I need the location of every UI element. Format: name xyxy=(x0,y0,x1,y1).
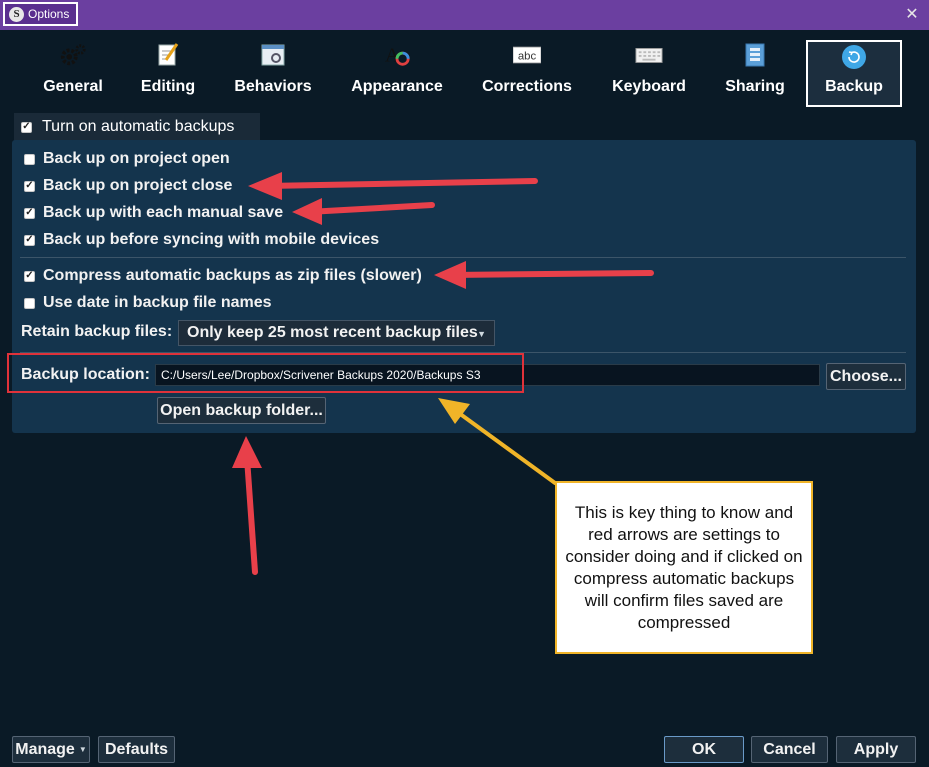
abc-icon: abc xyxy=(513,42,541,68)
annotation-callout: This is key thing to know and red arrows… xyxy=(555,481,813,654)
keyboard-icon xyxy=(635,42,663,68)
backup-on-close-checkbox[interactable]: ✓ Back up on project close xyxy=(24,175,232,197)
turn-on-backups-checkbox[interactable]: ✓ Turn on automatic backups xyxy=(14,113,260,141)
divider xyxy=(20,257,906,258)
backup-settings-panel: Back up on project open ✓ Back up on pro… xyxy=(7,140,916,433)
backup-location-input[interactable] xyxy=(161,368,819,382)
appearance-icon: A xyxy=(383,42,411,68)
apply-button[interactable]: Apply xyxy=(836,736,916,763)
compress-backups-label: Compress automatic backups as zip files … xyxy=(43,267,422,284)
tab-appearance-label: Appearance xyxy=(351,78,443,95)
turn-on-backups-label: Turn on automatic backups xyxy=(42,118,235,135)
open-backup-folder-button[interactable]: Open backup folder... xyxy=(157,397,326,424)
close-icon[interactable]: ✕ xyxy=(903,5,921,23)
ok-button[interactable]: OK xyxy=(664,736,744,763)
tab-editing-label: Editing xyxy=(140,78,196,95)
scrivener-logo-icon: S xyxy=(9,6,24,22)
compress-backups-checkbox[interactable]: ✓ Compress automatic backups as zip file… xyxy=(24,265,422,287)
tab-corrections-label: Corrections xyxy=(482,78,572,95)
checkbox-checked-icon: ✓ xyxy=(24,234,35,246)
backup-location-field[interactable] xyxy=(155,364,820,386)
svg-text:abc: abc xyxy=(518,50,537,62)
title-bar: S Options ✕ xyxy=(0,0,929,30)
tab-appearance[interactable]: A Appearance xyxy=(348,42,446,106)
use-date-checkbox[interactable]: Use date in backup file names xyxy=(24,292,272,314)
use-date-label: Use date in backup file names xyxy=(43,294,272,311)
retain-backup-label: Retain backup files: xyxy=(21,323,173,340)
tab-corrections[interactable]: abc Corrections xyxy=(478,42,576,106)
manage-button[interactable]: Manage ▼ xyxy=(12,736,90,763)
tab-behaviors[interactable]: Behaviors xyxy=(226,42,320,106)
checkbox-unchecked-icon xyxy=(24,153,35,165)
backup-on-open-checkbox[interactable]: Back up on project open xyxy=(24,148,230,170)
tab-sharing[interactable]: Sharing xyxy=(722,42,788,106)
checkbox-checked-icon: ✓ xyxy=(21,121,32,133)
checkbox-checked-icon: ✓ xyxy=(24,270,35,282)
red-arrowhead-open-folder xyxy=(232,436,262,468)
choose-button[interactable]: Choose... xyxy=(826,363,906,390)
checkbox-checked-icon: ✓ xyxy=(24,180,35,192)
tab-keyboard[interactable]: Keyboard xyxy=(608,42,690,106)
gears-icon xyxy=(59,42,87,68)
red-arrow-open-folder xyxy=(244,455,258,575)
chevron-down-icon: ▼ xyxy=(477,329,486,339)
backup-on-open-label: Back up on project open xyxy=(43,150,230,167)
chevron-down-icon: ▼ xyxy=(78,745,87,754)
retain-backup-dropdown[interactable]: Only keep 25 most recent backup files ▼ xyxy=(178,320,495,346)
tab-editing[interactable]: Editing xyxy=(136,42,200,106)
backup-on-save-label: Back up with each manual save xyxy=(43,204,284,221)
cancel-button[interactable]: Cancel xyxy=(751,736,828,763)
defaults-button[interactable]: Defaults xyxy=(98,736,175,763)
behaviors-icon xyxy=(259,42,287,68)
tab-general-label: General xyxy=(43,78,103,95)
retain-backup-value: Only keep 25 most recent backup files xyxy=(187,324,478,341)
tab-backup-label: Backup xyxy=(825,78,883,95)
checkbox-checked-icon: ✓ xyxy=(24,207,35,219)
backup-on-save-checkbox[interactable]: ✓ Back up with each manual save xyxy=(24,202,283,224)
backup-location-label: Backup location: xyxy=(21,366,150,383)
window-title: Options xyxy=(28,7,70,21)
tab-general[interactable]: General xyxy=(40,42,106,106)
options-toolbar: General Editing Behaviors A Appearance a… xyxy=(0,30,929,110)
backup-before-sync-checkbox[interactable]: ✓ Back up before syncing with mobile dev… xyxy=(24,229,379,251)
sharing-icon xyxy=(741,42,769,68)
tab-keyboard-label: Keyboard xyxy=(612,78,686,95)
callout-text: This is key thing to know and red arrows… xyxy=(565,502,803,632)
tab-backup[interactable]: Backup xyxy=(806,40,902,107)
window-title-box: S Options xyxy=(3,2,78,26)
backup-before-sync-label: Back up before syncing with mobile devic… xyxy=(43,231,380,248)
manage-label: Manage xyxy=(15,740,75,758)
tab-behaviors-label: Behaviors xyxy=(234,78,312,95)
tab-sharing-label: Sharing xyxy=(725,78,785,95)
edit-pencil-icon xyxy=(154,42,182,68)
divider xyxy=(20,352,906,353)
backup-icon xyxy=(840,44,868,70)
checkbox-unchecked-icon xyxy=(24,297,35,309)
backup-on-close-label: Back up on project close xyxy=(43,177,233,194)
